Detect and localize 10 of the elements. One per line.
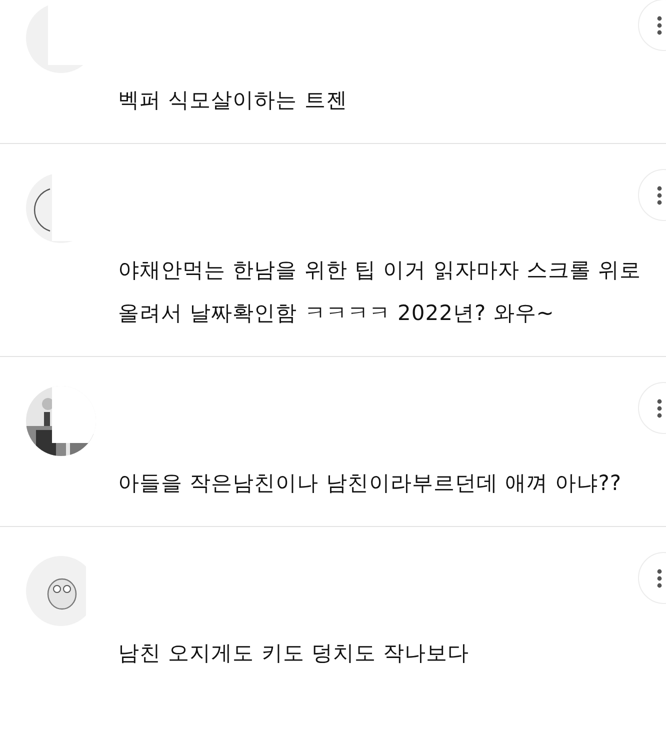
comment-text: 벡퍼 식모살이하는 트젠 bbox=[118, 87, 348, 114]
avatar-icon bbox=[26, 556, 96, 626]
more-icon bbox=[657, 186, 662, 204]
more-icon bbox=[657, 568, 662, 588]
more-icon bbox=[657, 398, 662, 418]
comment-text: 야채안먹는 한남을 위한 팁 이거 읽자마자 스크롤 위로 올려서 날짜확인함 ㅋㅋㅋㅋ 2022년? 와우~ bbox=[118, 257, 642, 327]
comment-text: 아들을 작은남친이나 남친이라부르던데 애껴 아냐?? bbox=[118, 470, 622, 497]
avatar-icon bbox=[26, 173, 96, 243]
comment-text: 남친 오지게도 키도 덩치도 작나보다 bbox=[118, 640, 470, 667]
more-icon bbox=[657, 16, 662, 34]
